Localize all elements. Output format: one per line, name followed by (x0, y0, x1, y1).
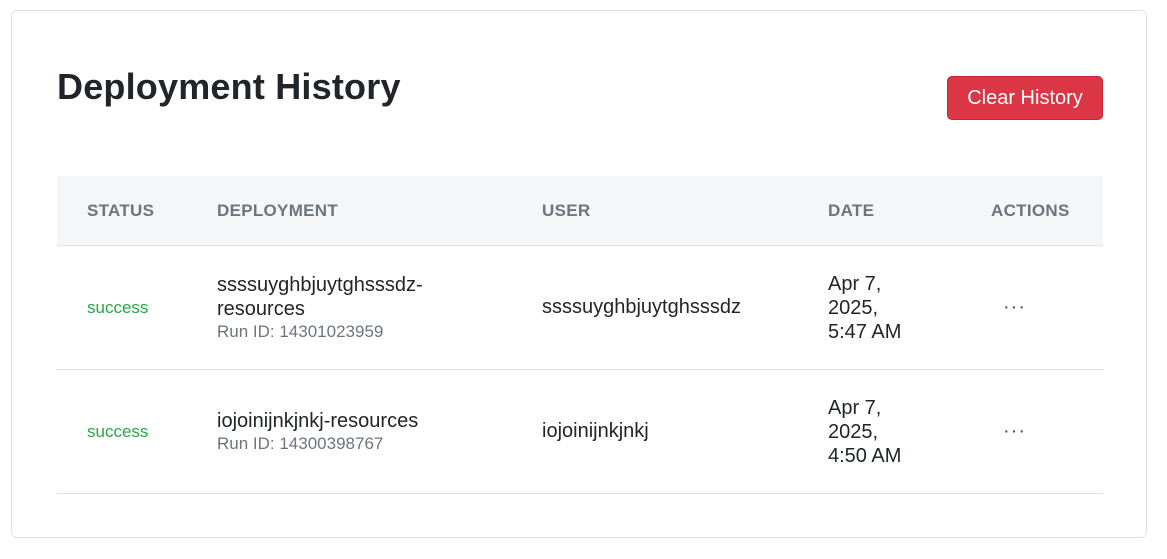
date-cell: Apr 7, 2025, 5:47 AM (828, 246, 918, 369)
date-cell: Apr 7, 2025, 4:50 AM (828, 370, 918, 493)
column-header-status: STATUS (87, 201, 155, 220)
user-name: ssssuyghbjuytghsssdz (542, 296, 741, 318)
table-header: STATUS DEPLOYMENT USER DATE ACTIONS (57, 176, 1103, 246)
clear-history-button[interactable]: Clear History (947, 76, 1103, 120)
deployment-date: Apr 7, 2025, 4:50 AM (828, 396, 902, 467)
user-cell: iojoinijnkjnkj (542, 370, 649, 493)
deployment-cell: ssssuyghbjuytghsssdz-resources Run ID: 1… (217, 246, 477, 369)
deployment-table: STATUS DEPLOYMENT USER DATE ACTIONS succ… (57, 176, 1103, 494)
deployment-name: ssssuyghbjuytghsssdz-resources (217, 273, 423, 320)
status-cell: success (87, 370, 148, 493)
table-row: success ssssuyghbjuytghsssdz-resources R… (57, 246, 1103, 370)
column-header-user: USER (542, 201, 591, 220)
column-header-deployment: DEPLOYMENT (217, 201, 339, 220)
user-name: iojoinijnkjnkj (542, 420, 649, 442)
deployment-name: iojoinijnkjnkj-resources (217, 409, 419, 432)
page-title: Deployment History (57, 66, 401, 107)
deployment-cell: iojoinijnkjnkj-resources Run ID: 1430039… (217, 370, 477, 493)
more-actions-icon[interactable]: ··· (1003, 370, 1026, 493)
user-cell: ssssuyghbjuytghsssdz (542, 246, 741, 369)
table-row: success iojoinijnkjnkj-resources Run ID:… (57, 370, 1103, 494)
deployment-date: Apr 7, 2025, 5:47 AM (828, 272, 902, 343)
run-id: Run ID: 14301023959 (217, 321, 384, 341)
status-badge: success (87, 297, 149, 317)
run-id: Run ID: 14300398767 (217, 433, 384, 453)
status-cell: success (87, 246, 148, 369)
column-header-actions: ACTIONS (991, 201, 1070, 220)
more-actions-icon[interactable]: ··· (1003, 246, 1026, 369)
deployment-history-card: Deployment History Clear History STATUS … (11, 10, 1147, 538)
status-badge: success (87, 421, 149, 441)
column-header-date: DATE (828, 201, 875, 220)
